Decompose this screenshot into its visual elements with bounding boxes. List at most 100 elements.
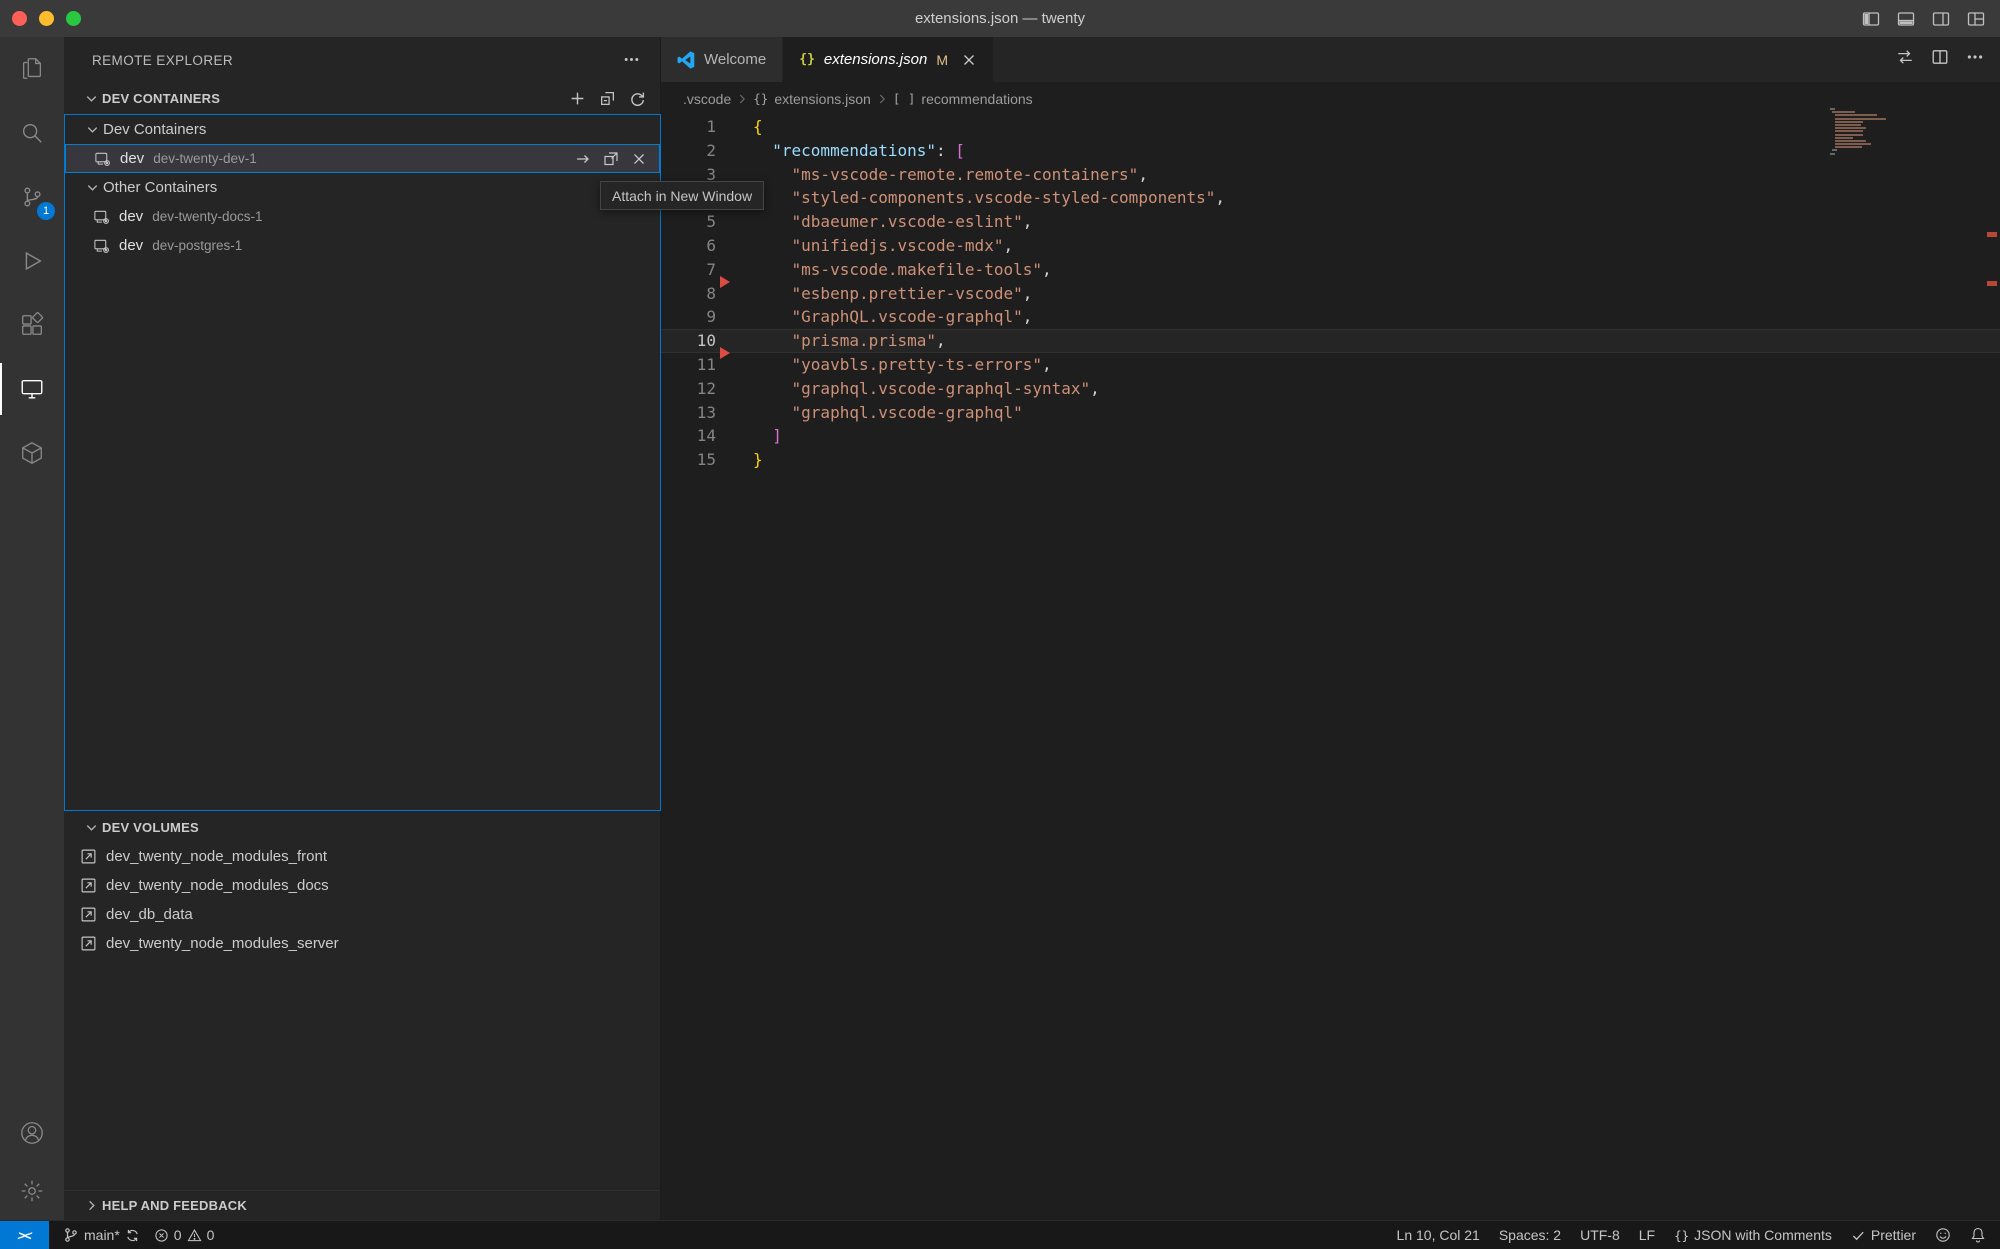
activity-containers-icon[interactable]	[0, 421, 64, 485]
volume-icon	[80, 935, 97, 952]
minimap[interactable]	[1830, 108, 1990, 156]
code-line-13[interactable]: 13 "graphql.vscode-graphql"	[661, 401, 2000, 425]
close-tab-icon[interactable]	[961, 52, 977, 68]
new-dev-container-icon[interactable]	[569, 90, 586, 107]
code-line-3[interactable]: 3 "ms-vscode-remote.remote-containers",	[661, 163, 2000, 187]
code-line-1[interactable]: 1{	[661, 115, 2000, 139]
code-line-9[interactable]: 9 "GraphQL.vscode-graphql",	[661, 305, 2000, 329]
container-item-dev-postgres-1[interactable]: devdev-postgres-1	[65, 231, 660, 260]
breadcrumb-label: extensions.json	[774, 91, 871, 107]
settings-gear-icon[interactable]	[0, 1162, 64, 1220]
volume-item-dev-db-data[interactable]: dev_db_data	[64, 900, 660, 929]
minimize-window-button[interactable]	[39, 11, 54, 26]
split-editor-icon[interactable]	[1931, 48, 1949, 71]
container-item-dev-twenty-docs-1[interactable]: devdev-twenty-docs-1	[65, 202, 660, 231]
code-line-text: "esbenp.prettier-vscode",	[753, 282, 1032, 306]
attach-container-icon[interactable]	[575, 151, 591, 167]
code-line-2[interactable]: 2 "recommendations": [	[661, 139, 2000, 163]
indentation-status[interactable]: Spaces: 2	[1499, 1221, 1561, 1249]
open-changes-icon[interactable]	[1896, 48, 1914, 71]
container-description: dev-twenty-docs-1	[152, 209, 262, 224]
activity-source-control-icon[interactable]: 1	[0, 165, 64, 229]
section-dev-containers-header[interactable]: DEV CONTAINERS	[64, 83, 660, 113]
container-item-dev-twenty-dev-1[interactable]: devdev-twenty-dev-1	[65, 144, 660, 173]
toggle-panel-icon[interactable]	[1896, 9, 1916, 29]
stop-container-icon[interactable]	[631, 151, 647, 167]
git-branch-status[interactable]: main*	[63, 1221, 140, 1249]
workbench: 1 REMOTE EXPLORER DEV CONTAINERS	[0, 37, 2000, 1220]
section-help-and-feedback[interactable]: HELP AND FEEDBACK	[64, 1190, 660, 1220]
close-window-button[interactable]	[12, 11, 27, 26]
toggle-secondary-sidebar-icon[interactable]	[1931, 9, 1951, 29]
refresh-icon[interactable]	[629, 90, 646, 107]
chevron-down-icon	[84, 91, 99, 106]
code-line-4[interactable]: 4 "styled-components.vscode-styled-compo…	[661, 186, 2000, 210]
overview-ruler-mark	[1987, 281, 1997, 286]
code-line-text: "ms-vscode-remote.remote-containers",	[753, 163, 1148, 187]
code-line-7[interactable]: 7 "ms-vscode.makefile-tools",	[661, 258, 2000, 282]
attach-in-new-window-icon[interactable]	[603, 151, 619, 167]
chevron-down-icon	[84, 820, 99, 835]
customize-layout-icon[interactable]	[1966, 9, 1986, 29]
breadcrumb-recommendations[interactable]: [ ]recommendations	[893, 91, 1033, 107]
activity-extensions-icon[interactable]	[0, 293, 64, 357]
sidebar-remote-explorer: REMOTE EXPLORER DEV CONTAINERS Dev Conta…	[64, 37, 661, 1220]
code-line-8[interactable]: 8 "esbenp.prettier-vscode",	[661, 282, 2000, 306]
dev-volumes-header[interactable]: DEV VOLUMES	[64, 812, 660, 842]
encoding-status[interactable]: UTF-8	[1580, 1221, 1620, 1249]
toggle-primary-sidebar-icon[interactable]	[1861, 9, 1881, 29]
accounts-icon[interactable]	[0, 1104, 64, 1162]
cursor-position[interactable]: Ln 10, Col 21	[1397, 1221, 1480, 1249]
tree-group-dev-containers[interactable]: Dev Containers	[65, 115, 660, 144]
volume-item-dev-twenty-node-modules-front[interactable]: dev_twenty_node_modules_front	[64, 842, 660, 871]
breadcrumb-extensions-json[interactable]: {}extensions.json	[753, 91, 871, 107]
notifications-bell-icon[interactable]	[1970, 1221, 1986, 1249]
source-control-badge: 1	[37, 202, 55, 220]
code-line-text: "GraphQL.vscode-graphql",	[753, 305, 1032, 329]
tab-extensions-json[interactable]: {}extensions.jsonM	[783, 37, 994, 82]
code-editor[interactable]: 1{2 "recommendations": [3 "ms-vscode-rem…	[661, 115, 2000, 1220]
container-name: dev	[120, 150, 144, 167]
check-icon	[1851, 1228, 1866, 1243]
section-label: DEV VOLUMES	[102, 820, 199, 835]
zoom-window-button[interactable]	[66, 11, 81, 26]
more-actions-icon[interactable]	[623, 51, 640, 73]
formatter-status[interactable]: Prettier	[1851, 1221, 1916, 1249]
activity-remote-explorer-icon[interactable]	[0, 357, 64, 421]
activity-search-icon[interactable]	[0, 101, 64, 165]
editor-group: Welcome{}extensions.jsonM .vscode {}exten…	[661, 37, 2000, 1220]
dev-containers-tree: Dev Containers devdev-twenty-dev-1Other C…	[64, 114, 661, 811]
code-line-15[interactable]: 15}	[661, 448, 2000, 472]
breadcrumb-vscode[interactable]: .vscode	[683, 91, 731, 107]
group-label: Dev Containers	[103, 121, 206, 138]
breadcrumbs[interactable]: .vscode {}extensions.json [ ]recommendatio…	[661, 82, 2000, 115]
breadcrumb-separator-icon	[735, 92, 749, 106]
volume-item-dev-twenty-node-modules-server[interactable]: dev_twenty_node_modules_server	[64, 929, 660, 958]
activity-explorer-icon[interactable]	[0, 37, 64, 101]
code-line-14[interactable]: 14 ]	[661, 424, 2000, 448]
container-description: dev-postgres-1	[152, 238, 242, 253]
problems-status[interactable]: 0 0	[154, 1221, 215, 1249]
activity-run-debug-icon[interactable]	[0, 229, 64, 293]
eol-status[interactable]: LF	[1639, 1221, 1655, 1249]
code-line-11[interactable]: 11 "yoavbls.pretty-ts-errors",	[661, 353, 2000, 377]
volume-item-dev-twenty-node-modules-docs[interactable]: dev_twenty_node_modules_docs	[64, 871, 660, 900]
code-line-12[interactable]: 12 "graphql.vscode-graphql-syntax",	[661, 377, 2000, 401]
code-line-text: {	[753, 115, 763, 139]
code-line-5[interactable]: 5 "dbaeumer.vscode-eslint",	[661, 210, 2000, 234]
remote-indicator[interactable]: ><	[0, 1221, 49, 1249]
dev-volumes-list: dev_twenty_node_modules_front dev_twenty_…	[64, 842, 660, 958]
volume-label: dev_twenty_node_modules_front	[106, 848, 327, 865]
tree-group-other-containers[interactable]: Other Containers	[65, 173, 660, 202]
title-bar[interactable]: extensions.json — twenty	[0, 0, 2000, 37]
tab-welcome[interactable]: Welcome	[661, 37, 783, 82]
feedback-smiley-icon[interactable]	[1935, 1221, 1951, 1249]
sidebar-title: REMOTE EXPLORER	[64, 53, 233, 68]
braces-icon: {}	[1674, 1228, 1689, 1243]
collapse-all-icon[interactable]	[599, 90, 616, 107]
volume-icon	[80, 877, 97, 894]
code-line-10[interactable]: 10 "prisma.prisma",	[661, 329, 2000, 353]
code-line-6[interactable]: 6 "unifiedjs.vscode-mdx",	[661, 234, 2000, 258]
more-actions-icon[interactable]	[1966, 48, 1984, 71]
language-mode[interactable]: {} JSON with Comments	[1674, 1221, 1832, 1249]
